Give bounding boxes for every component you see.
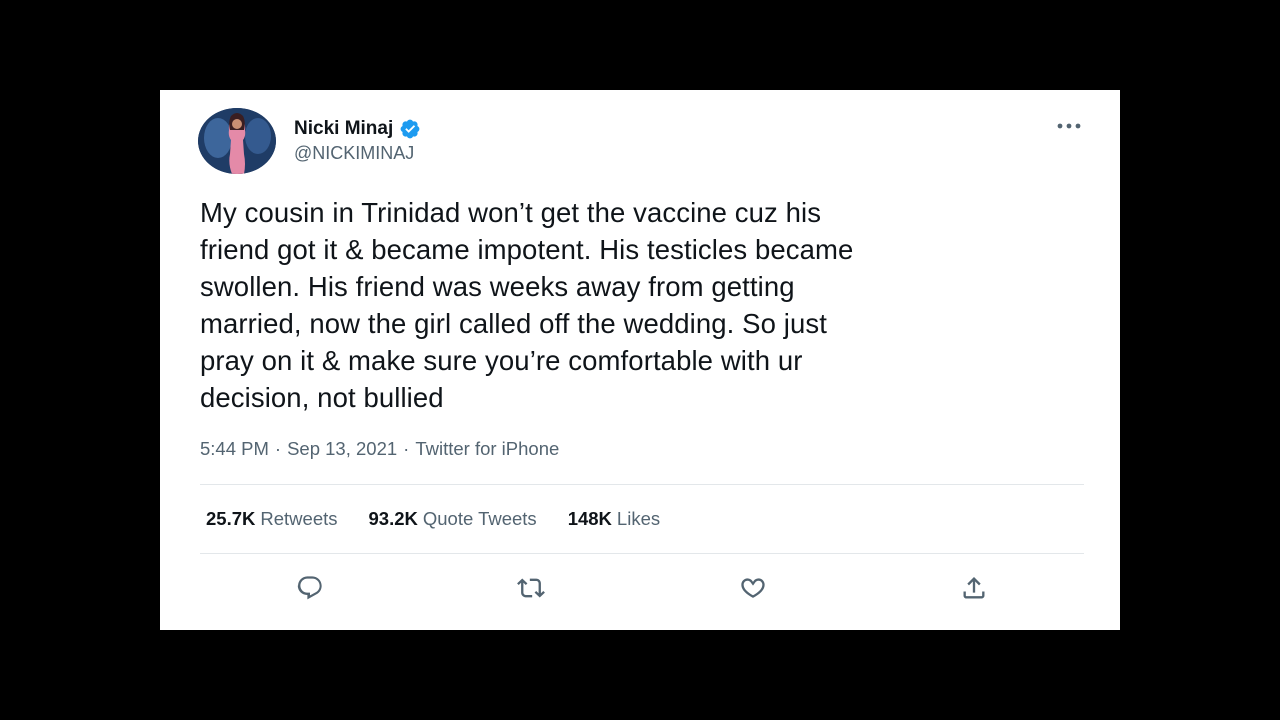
video-frame: Nicki Minaj @NICKIMINAJ My cousin in Tri… xyxy=(0,0,1280,720)
meta-separator: · xyxy=(274,438,282,459)
like-button[interactable] xyxy=(733,568,773,608)
tweet-card: Nicki Minaj @NICKIMINAJ My cousin in Tri… xyxy=(160,90,1120,630)
author-display-name[interactable]: Nicki Minaj xyxy=(294,118,393,140)
quote-tweets-stat[interactable]: 93.2K Quote Tweets xyxy=(369,508,537,530)
quote-tweets-label: Quote Tweets xyxy=(422,508,537,529)
more-options-button[interactable] xyxy=(1054,114,1084,138)
retweet-button[interactable] xyxy=(511,568,551,608)
reply-button[interactable] xyxy=(290,568,330,608)
tweet-metadata: 5:44 PM · Sep 13, 2021 · Twitter for iPh… xyxy=(200,438,559,460)
retweet-icon xyxy=(517,578,545,598)
reply-icon xyxy=(297,576,322,600)
quote-tweets-count: 93.2K xyxy=(368,508,418,529)
verified-badge-icon xyxy=(399,118,421,140)
tweet-date[interactable]: Sep 13, 2021 xyxy=(287,438,397,460)
share-button[interactable] xyxy=(954,568,994,608)
avatar[interactable] xyxy=(198,108,276,174)
tweet-source[interactable]: Twitter for iPhone xyxy=(415,438,559,460)
likes-stat[interactable]: 148K Likes xyxy=(568,508,660,530)
more-horizontal-icon xyxy=(1057,123,1081,129)
profile-photo-icon xyxy=(198,108,276,174)
meta-separator: · xyxy=(403,438,410,459)
author-name-row: Nicki Minaj xyxy=(294,116,421,142)
like-icon xyxy=(741,578,765,598)
likes-count: 148K xyxy=(567,508,612,529)
retweets-label: Retweets xyxy=(260,508,338,529)
retweets-stat[interactable]: 25.7K Retweets xyxy=(206,508,338,530)
tweet-text: My cousin in Trinidad won’t get the vacc… xyxy=(200,197,854,413)
tweet-actions xyxy=(160,568,1120,608)
author-handle[interactable]: @NICKIMINAJ xyxy=(294,143,414,164)
divider xyxy=(200,484,1084,485)
tweet-stats: 25.7K Retweets 93.2K Quote Tweets 148K L… xyxy=(206,508,691,530)
share-icon xyxy=(963,577,985,599)
retweets-count: 25.7K xyxy=(206,508,256,529)
likes-label: Likes xyxy=(616,508,661,529)
tweet-time[interactable]: 5:44 PM xyxy=(200,438,269,460)
divider xyxy=(200,553,1084,554)
